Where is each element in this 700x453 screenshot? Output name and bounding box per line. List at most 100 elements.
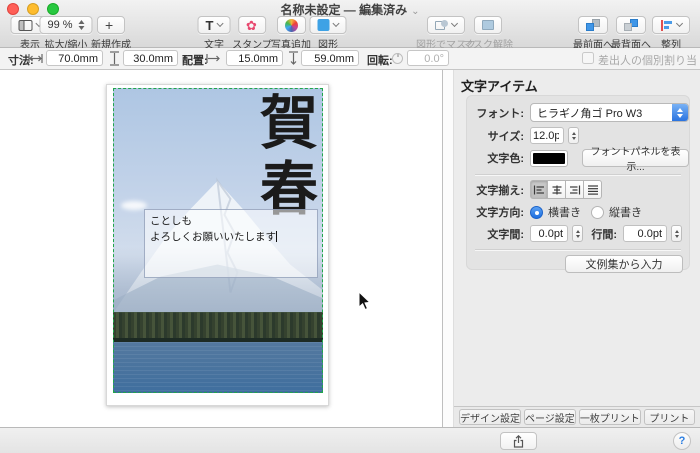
mask-shape-icon	[435, 19, 448, 31]
tab-design-settings[interactable]: デザイン設定	[459, 409, 521, 425]
text-color-well[interactable]	[530, 149, 568, 167]
tracking-stepper[interactable]	[572, 225, 583, 242]
divider	[475, 249, 681, 250]
text-tool-button[interactable]: T	[197, 16, 231, 34]
chevron-down-icon	[450, 19, 459, 28]
greeting-line-2: よろしくお願いいたします	[150, 229, 312, 245]
toolbar-group-align: 整列	[652, 16, 690, 51]
shape-button[interactable]	[309, 16, 347, 34]
font-size-field[interactable]	[530, 127, 564, 144]
toolbar-group-add-photo: 写真追加	[271, 16, 311, 51]
align-justify-button[interactable]	[584, 180, 602, 199]
text-icon: T	[205, 17, 214, 33]
align-right-icon	[569, 185, 580, 194]
phrases-button[interactable]: 文例集から入力	[565, 255, 683, 273]
show-font-panel-button[interactable]: フォントパネルを表示...	[582, 147, 689, 173]
width-field[interactable]	[46, 50, 103, 66]
font-popup[interactable]: ヒラギノ角ゴ Pro W3	[530, 103, 689, 122]
y-position-field[interactable]	[301, 50, 359, 66]
y-position-icon	[289, 51, 298, 65]
toolbar-group-new: + 新規作成	[91, 16, 131, 51]
share-icon	[513, 434, 524, 448]
mouse-cursor	[358, 291, 371, 311]
stamp-flower-icon: ✿	[245, 17, 257, 33]
scrollbar-gutter[interactable]	[443, 70, 454, 427]
align-objects-icon	[660, 19, 673, 31]
mask-with-shape-button[interactable]	[427, 16, 465, 34]
main-area: 賀春 ことしも よろしくお願いいたします 文字アイテム フォント: ヒラギノ角ゴ	[0, 70, 700, 427]
align-center-icon	[552, 185, 561, 194]
bring-to-front-button[interactable]	[578, 16, 608, 34]
share-button[interactable]	[500, 432, 537, 450]
design-canvas[interactable]: 賀春 ことしも よろしくお願いいたします	[0, 70, 443, 427]
bottom-bar: ?	[0, 427, 700, 453]
toolbar-group-shape: 図形	[309, 16, 347, 51]
header: 名称未設定 — 編集済み ⌄ 表示 99 % 拡大/縮小 + 新規作成 T 文字…	[0, 0, 700, 51]
align-center-button[interactable]	[548, 180, 566, 199]
align-left-button[interactable]	[530, 180, 548, 199]
greeting-textbox[interactable]: ことしも よろしくお願いいたします	[144, 209, 318, 278]
sender-assign-checkbox[interactable]	[582, 52, 594, 64]
tab-print[interactable]: プリント	[643, 409, 695, 425]
inspector-panel: 文字アイテム フォント: ヒラギノ角ゴ Pro W3 サイズ: 文字色:	[454, 70, 700, 427]
popup-arrows-icon	[672, 104, 688, 121]
toolbar-group-back: 最背面へ	[611, 16, 651, 51]
rotation-dial-icon	[392, 53, 403, 64]
stepper-arrows-icon	[78, 20, 85, 30]
leading-field[interactable]	[623, 225, 667, 242]
tracking-label: 文字間:	[487, 228, 524, 241]
calligraphy-stamp[interactable]: 賀春	[250, 92, 318, 224]
toolbar-group-front: 最前面へ	[573, 16, 613, 51]
position-label: 配置:	[182, 55, 208, 67]
vertical-radio-label[interactable]: 縦書き	[609, 204, 642, 220]
send-to-back-icon	[624, 19, 638, 31]
remove-mask-button[interactable]	[474, 16, 502, 34]
align-button[interactable]	[652, 16, 690, 34]
tab-page-settings[interactable]: ページ設定	[524, 409, 576, 425]
dimension-bar: 寸法: 配置: 回転: 差出人の個別割り当て	[0, 48, 700, 83]
font-popup-value: ヒラギノ角ゴ Pro W3	[537, 107, 643, 120]
x-position-icon	[206, 54, 220, 63]
horizontal-radio[interactable]	[530, 205, 543, 219]
window-title-text: 名称未設定 — 編集済み	[280, 3, 408, 17]
photo-lake	[113, 342, 323, 393]
toolbar-group-unmask: マスク解除	[463, 16, 513, 51]
height-field[interactable]	[123, 50, 178, 66]
chevron-down-icon	[675, 19, 684, 28]
align-right-button[interactable]	[566, 180, 584, 199]
new-item-button[interactable]: +	[97, 16, 125, 34]
text-item-groupbox: フォント: ヒラギノ角ゴ Pro W3 サイズ: 文字色: フォントパネルを表示…	[466, 95, 690, 273]
rotation-field[interactable]	[407, 50, 449, 66]
vertical-radio[interactable]	[591, 205, 604, 219]
text-direction-label: 文字方向:	[476, 207, 524, 219]
divider	[475, 174, 681, 175]
app-window: 名称未設定 — 編集済み ⌄ 表示 99 % 拡大/縮小 + 新規作成 T 文字…	[0, 0, 700, 453]
inspector-title: 文字アイテム	[461, 79, 538, 94]
leading-stepper[interactable]	[671, 225, 682, 242]
rotation-label: 回転:	[367, 55, 393, 67]
send-to-back-button[interactable]	[616, 16, 646, 34]
footer-tabs: デザイン設定 ページ設定 一枚プリント プリント	[454, 406, 700, 427]
toolbar-group-zoom: 99 % 拡大/縮小	[39, 16, 93, 51]
zoom-stepper[interactable]: 99 %	[39, 16, 93, 34]
text-caret	[276, 231, 277, 243]
tab-single-print[interactable]: 一枚プリント	[578, 409, 641, 425]
text-align-segmented	[530, 180, 602, 199]
postcard[interactable]: 賀春 ことしも よろしくお願いいたします	[106, 84, 329, 406]
x-position-field[interactable]	[226, 50, 283, 66]
height-icon	[110, 51, 119, 66]
photos-pinwheel-icon	[284, 18, 298, 32]
font-size-stepper[interactable]	[568, 127, 579, 144]
size-label: サイズ:	[487, 130, 524, 143]
add-photo-button[interactable]	[276, 16, 306, 34]
plus-icon: +	[105, 17, 114, 33]
width-icon	[28, 54, 43, 63]
unmask-icon	[482, 20, 494, 30]
leading-label: 行間:	[591, 228, 617, 241]
tracking-field[interactable]	[530, 225, 568, 242]
stamp-button[interactable]: ✿	[237, 16, 266, 34]
bring-to-front-icon	[586, 19, 600, 31]
greeting-line-2-text: よろしくお願いいたします	[150, 231, 276, 244]
help-button[interactable]: ?	[673, 432, 691, 450]
horizontal-radio-label[interactable]: 横書き	[548, 204, 581, 220]
